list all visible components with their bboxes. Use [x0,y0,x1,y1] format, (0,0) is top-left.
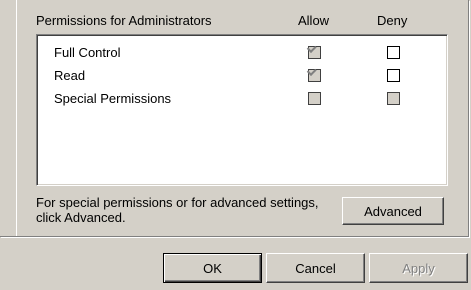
permissions-list[interactable]: Full Control Read Special Permissions [36,34,448,186]
apply-button[interactable]: Apply [369,253,468,283]
panel-left-border [16,0,17,236]
permission-row-read: Read [37,66,447,88]
ok-button[interactable]: OK [163,253,262,283]
deny-special-checkbox[interactable] [387,92,400,105]
permission-name: Full Control [54,45,121,60]
advanced-button[interactable]: Advanced [342,197,444,225]
permission-row-full-control: Full Control [37,43,447,65]
dialog-window: Permissions for Administrators Allow Den… [0,0,471,290]
deny-column-header: Deny [377,13,408,28]
permission-name: Special Permissions [54,91,172,106]
deny-read-checkbox[interactable] [387,69,400,82]
allow-full-control-checkbox[interactable] [308,46,321,59]
permission-row-special: Special Permissions [37,89,447,111]
advanced-hint-text: For special permissions or for advanced … [36,195,319,225]
deny-full-control-checkbox[interactable] [387,46,400,59]
permission-name: Read [54,68,86,83]
allow-column-header: Allow [298,13,330,28]
allow-read-checkbox[interactable] [308,69,321,82]
allow-special-checkbox[interactable] [308,92,321,105]
permissions-for-label: Permissions for Administrators [36,13,212,28]
cancel-button[interactable]: Cancel [266,253,365,283]
